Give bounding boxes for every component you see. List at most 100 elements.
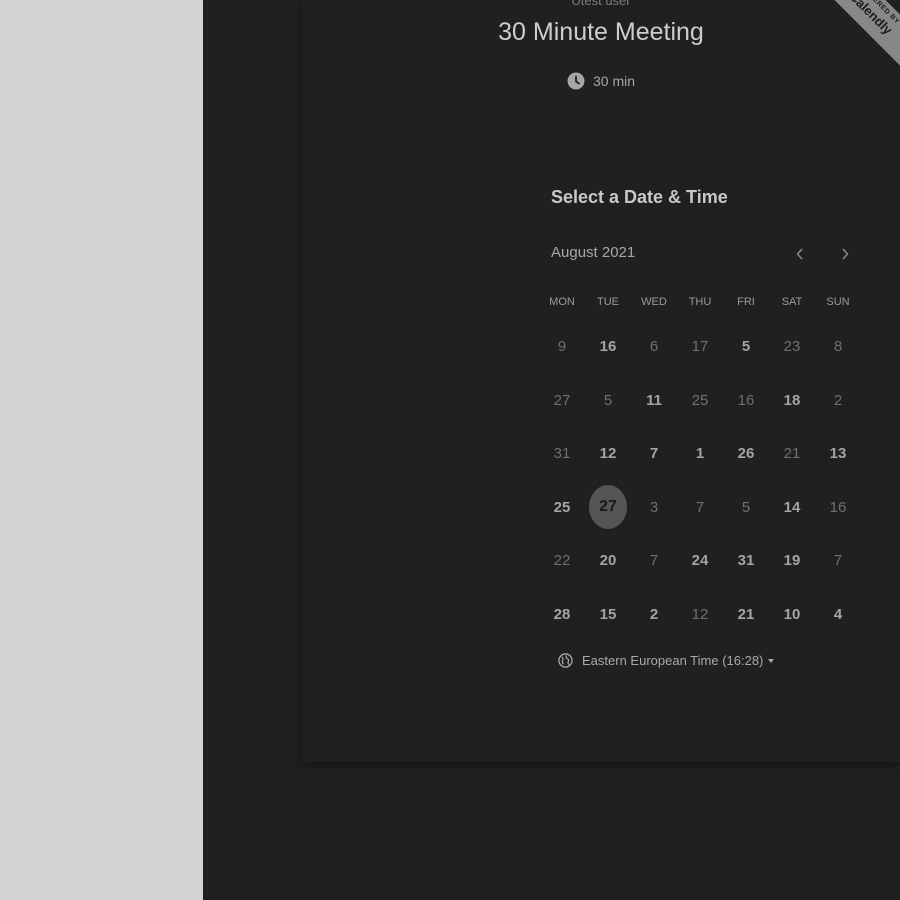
day-number: 16 bbox=[599, 338, 617, 356]
day-cell: 31 bbox=[539, 427, 585, 481]
day-number: 12 bbox=[599, 445, 617, 463]
day-cell: 9 bbox=[539, 320, 585, 374]
day-cell[interactable]: 24 bbox=[677, 534, 723, 588]
day-number: 11 bbox=[646, 391, 662, 409]
day-cell: 12 bbox=[677, 588, 723, 642]
chevron-right-icon bbox=[842, 248, 849, 260]
day-cell[interactable]: 2 bbox=[631, 588, 677, 642]
day-number: 16 bbox=[737, 391, 755, 409]
day-cell: 17 bbox=[677, 320, 723, 374]
selected-day-cell[interactable]: 27 bbox=[585, 481, 631, 535]
day-number: 7 bbox=[649, 445, 659, 463]
day-number: 16 bbox=[829, 498, 847, 516]
day-number: 10 bbox=[783, 605, 801, 623]
month-navigation: August 2021 bbox=[551, 243, 863, 265]
day-number: 6 bbox=[649, 338, 659, 356]
timezone-label: Eastern European Time (16:28) bbox=[582, 653, 764, 668]
day-cell[interactable]: 16 bbox=[585, 320, 631, 374]
day-cell[interactable]: 19 bbox=[769, 534, 815, 588]
day-number: 17 bbox=[691, 338, 709, 356]
day-number: 31 bbox=[553, 445, 571, 463]
weekday-label: THU bbox=[688, 296, 712, 308]
day-cell: 23 bbox=[769, 320, 815, 374]
section-title: Select a Date & Time bbox=[551, 187, 728, 207]
day-number: 5 bbox=[741, 338, 751, 356]
day-cell[interactable]: 7 bbox=[631, 427, 677, 481]
day-cell[interactable]: 15 bbox=[585, 588, 631, 642]
day-cell[interactable]: 12 bbox=[585, 427, 631, 481]
next-month-button[interactable] bbox=[834, 243, 856, 265]
left-blank-area bbox=[0, 0, 203, 900]
day-number: 25 bbox=[691, 391, 709, 409]
day-number: 8 bbox=[833, 338, 843, 356]
timezone-selector[interactable]: Eastern European Time (16:28) bbox=[558, 653, 775, 668]
day-cell[interactable]: 26 bbox=[723, 427, 769, 481]
weekday-label: MON bbox=[549, 296, 575, 308]
day-number: 28 bbox=[553, 605, 571, 623]
day-cell: 7 bbox=[815, 534, 861, 588]
day-cell[interactable]: 13 bbox=[815, 427, 861, 481]
previous-month-button[interactable] bbox=[789, 243, 811, 265]
day-number: 24 bbox=[691, 552, 709, 570]
clock-icon bbox=[567, 72, 585, 90]
day-cell[interactable]: 10 bbox=[769, 588, 815, 642]
day-cell[interactable]: 1 bbox=[677, 427, 723, 481]
weekday-label: WED bbox=[641, 296, 667, 308]
day-cell[interactable]: 4 bbox=[815, 588, 861, 642]
day-number: 12 bbox=[691, 605, 709, 623]
day-number: 13 bbox=[829, 445, 847, 463]
day-number: 18 bbox=[783, 391, 801, 409]
day-cell[interactable]: 18 bbox=[769, 374, 815, 428]
weekday-label: SAT bbox=[781, 296, 803, 308]
chevron-left-icon bbox=[796, 248, 803, 260]
day-number: 7 bbox=[649, 552, 659, 570]
month-label: August 2021 bbox=[551, 244, 636, 261]
scheduling-panel: POWERED BY Calendly Utest user 30 Minute… bbox=[203, 0, 900, 900]
day-number: 2 bbox=[833, 391, 843, 409]
day-cell[interactable]: 21 bbox=[723, 588, 769, 642]
day-number: 20 bbox=[599, 552, 617, 570]
day-cell[interactable]: 28 bbox=[539, 588, 585, 642]
weekday-label: FRI bbox=[737, 296, 755, 308]
day-number: 7 bbox=[833, 552, 843, 570]
day-number: 27 bbox=[553, 391, 571, 409]
day-cell: 3 bbox=[631, 481, 677, 535]
day-number: 25 bbox=[553, 498, 571, 516]
day-cell: 22 bbox=[539, 534, 585, 588]
day-number: 5 bbox=[603, 391, 613, 409]
day-number: 15 bbox=[599, 605, 617, 623]
day-number: 9 bbox=[557, 338, 567, 356]
day-number: 4 bbox=[833, 605, 843, 623]
day-cell: 25 bbox=[677, 374, 723, 428]
booking-card: POWERED BY Calendly Utest user 30 Minute… bbox=[302, 0, 900, 762]
day-cell[interactable]: 11 bbox=[631, 374, 677, 428]
caret-down-icon bbox=[768, 658, 775, 663]
day-cell: 7 bbox=[677, 481, 723, 535]
weekday-label: SUN bbox=[826, 296, 850, 308]
day-number: 3 bbox=[649, 498, 659, 516]
day-number: 31 bbox=[737, 552, 755, 570]
day-cell: 8 bbox=[815, 320, 861, 374]
event-title: 30 Minute Meeting bbox=[498, 18, 704, 46]
day-cell: 6 bbox=[631, 320, 677, 374]
day-number: 21 bbox=[737, 605, 755, 623]
day-number: 26 bbox=[737, 445, 755, 463]
day-number: 22 bbox=[553, 552, 571, 570]
duration-text: 30 min bbox=[592, 73, 636, 89]
day-cell[interactable]: 25 bbox=[539, 481, 585, 535]
host-name: Utest user bbox=[571, 0, 631, 8]
day-cell[interactable]: 5 bbox=[723, 320, 769, 374]
day-number: 14 bbox=[783, 498, 801, 516]
day-cell[interactable]: 14 bbox=[769, 481, 815, 535]
day-cell: 16 bbox=[815, 481, 861, 535]
event-duration: 30 min bbox=[302, 72, 900, 90]
day-number: 5 bbox=[741, 498, 751, 516]
calendar-grid: 9 16 6 17 5 23 8 27 5 11 25 16 18 2 31 12 7 1 26 21 13 25 27 3 7… bbox=[539, 320, 861, 641]
day-number: 27 bbox=[589, 485, 627, 530]
day-cell[interactable]: 31 bbox=[723, 534, 769, 588]
day-cell: 21 bbox=[769, 427, 815, 481]
day-cell: 27 bbox=[539, 374, 585, 428]
day-cell: 16 bbox=[723, 374, 769, 428]
day-cell[interactable]: 20 bbox=[585, 534, 631, 588]
weekday-label: TUE bbox=[597, 296, 619, 308]
